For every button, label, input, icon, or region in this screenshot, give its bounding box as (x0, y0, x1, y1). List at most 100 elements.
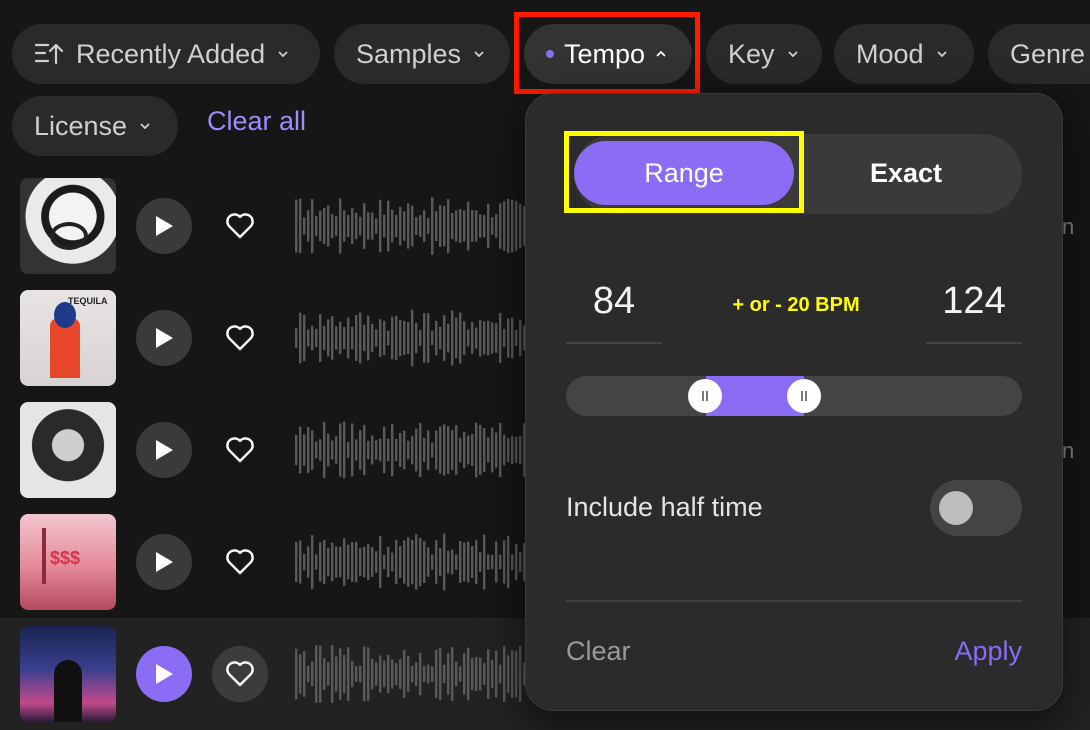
waveform-bar (403, 430, 406, 470)
waveform-bar (515, 330, 518, 346)
waveform[interactable] (295, 196, 535, 256)
play-button[interactable] (136, 534, 192, 590)
favorite-button[interactable] (212, 310, 268, 366)
waveform-bar (487, 320, 490, 356)
waveform-bar (363, 424, 366, 476)
clear-button[interactable]: Clear (566, 636, 631, 667)
waveform-bar (399, 206, 402, 246)
waveform-bar (427, 218, 430, 234)
bpm-min-field[interactable]: 84 (566, 280, 662, 323)
cover-tower-shape (42, 528, 46, 584)
waveform-bar (419, 537, 422, 587)
waveform-bar (459, 209, 462, 243)
favorite-button[interactable] (212, 646, 268, 702)
chain-ring-shape (50, 222, 88, 250)
waveform-bar (299, 198, 302, 254)
waveform-bar (511, 650, 514, 698)
waveform-bar (363, 646, 366, 702)
waveform-bar (391, 552, 394, 572)
samples-filter[interactable]: Samples (334, 24, 510, 84)
slider-min-handle[interactable] (688, 379, 722, 413)
waveform-bar (303, 434, 306, 466)
waveform[interactable] (295, 420, 535, 480)
play-button[interactable] (136, 646, 192, 702)
track-cover (20, 178, 116, 274)
waveform-bar (319, 314, 322, 362)
waveform-bar (419, 422, 422, 478)
license-filter[interactable]: License (12, 96, 178, 156)
waveform-bar (351, 542, 354, 582)
track-cover: TEQUILA (20, 290, 116, 386)
apply-button[interactable]: Apply (954, 636, 1022, 667)
waveform-bar (511, 554, 514, 570)
waveform-bar (311, 199, 314, 253)
waveform-bar (459, 312, 462, 364)
toggle-knob (939, 491, 973, 525)
waveform[interactable] (295, 644, 535, 704)
waveform-bar (387, 438, 390, 462)
waveform-bar (423, 313, 426, 363)
waveform-bar (475, 657, 478, 691)
track-cover: $$$ (20, 514, 116, 610)
waveform-bar (515, 650, 518, 698)
exact-mode-button[interactable]: Exact (796, 141, 1016, 205)
waveform-bar (467, 647, 470, 701)
clear-all-link[interactable]: Clear all (207, 106, 306, 137)
waveform-bar (391, 316, 394, 360)
waveform-bar (351, 660, 354, 688)
waveform-bar (411, 309, 414, 367)
waveform-bar (383, 320, 386, 356)
waveform-bar (335, 546, 338, 578)
waveform-bar (467, 201, 470, 251)
waveform-bar (339, 546, 342, 578)
waveform-bar (367, 544, 370, 580)
waveform-bar (335, 216, 338, 236)
waveform-bar (455, 317, 458, 359)
waveform-bar (323, 326, 326, 350)
waveform-bar (439, 205, 442, 247)
waveform-bar (311, 661, 314, 687)
mood-filter[interactable]: Mood (834, 24, 974, 84)
waveform-bar (447, 323, 450, 353)
waveform-bar (491, 554, 494, 570)
bpm-max-field[interactable]: 124 (926, 280, 1022, 323)
waveform-bar (339, 423, 342, 477)
play-button[interactable] (136, 422, 192, 478)
waveform-bar (447, 653, 450, 695)
waveform-bar (487, 437, 490, 463)
waveform-bar (459, 666, 462, 682)
half-time-toggle[interactable] (930, 480, 1022, 536)
waveform-bar (519, 435, 522, 465)
waveform-bar (343, 654, 346, 694)
waveform-bar (371, 547, 374, 577)
grip-icon (801, 391, 807, 401)
waveform-bar (519, 646, 522, 702)
sort-label: Recently Added (76, 38, 266, 69)
key-filter[interactable]: Key (706, 24, 822, 84)
favorite-button[interactable] (212, 198, 268, 254)
waveform-bar (359, 430, 362, 470)
waveform-bar (371, 658, 374, 690)
waveform-bar (491, 217, 494, 235)
play-button[interactable] (136, 310, 192, 366)
waveform-bar (431, 666, 434, 682)
waveform-bar (475, 327, 478, 349)
favorite-button[interactable] (212, 534, 268, 590)
waveform-bar (439, 548, 442, 576)
waveform-bar (443, 664, 446, 684)
tempo-range-slider[interactable] (566, 376, 1022, 416)
sort-dropdown[interactable]: Recently Added (12, 24, 320, 84)
waveform-bar (311, 430, 314, 470)
play-button[interactable] (136, 198, 192, 254)
chevron-down-icon (140, 123, 150, 130)
slider-max-handle[interactable] (787, 379, 821, 413)
waveform-bar (399, 432, 402, 468)
waveform[interactable] (295, 532, 535, 592)
genre-filter[interactable]: Genre (988, 24, 1090, 84)
waveform-bar (355, 315, 358, 361)
waveform-bar (427, 430, 430, 470)
waveform[interactable] (295, 308, 535, 368)
favorite-button[interactable] (212, 422, 268, 478)
cover-title: $$$ (50, 548, 81, 568)
waveform-bar (427, 313, 430, 363)
